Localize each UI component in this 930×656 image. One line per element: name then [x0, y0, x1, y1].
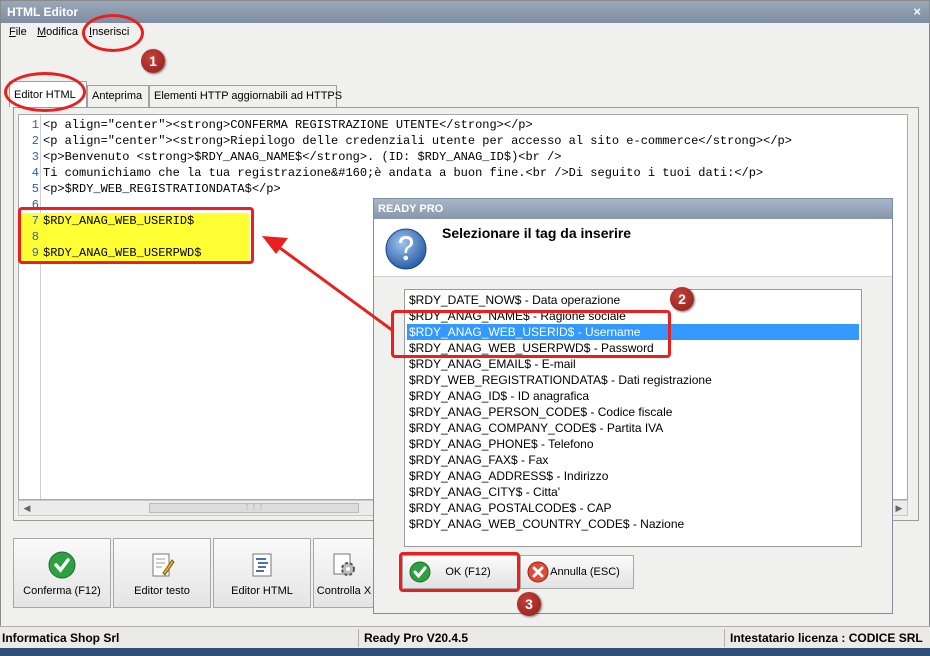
dialog-header: Selezionare il tag da inserire — [374, 219, 892, 277]
conferma-button[interactable]: Conferma (F12) — [13, 538, 111, 608]
menu-modifica[interactable]: Modifica — [37, 26, 78, 38]
editor-html-label: Editor HTML — [231, 585, 293, 597]
code-line: 2 <p align="center"><strong>Riepilogo del… — [31, 134, 792, 148]
dialog-title: READY PRO — [374, 199, 892, 219]
list-item[interactable]: $RDY_ANAG_WEB_COUNTRY_CODE$ - Nazione — [407, 516, 859, 532]
callout-ok-button — [399, 552, 520, 592]
status-company: Informatica Shop Srl — [2, 631, 120, 645]
tab-anteprima[interactable]: Anteprima — [87, 85, 149, 107]
annulla-label: Annulla (ESC) — [550, 566, 620, 578]
tab-elementi-http[interactable]: Elementi HTTP aggiornabili ad HTTPS — [149, 85, 342, 107]
callout-list-items — [391, 310, 671, 358]
close-icon[interactable]: × — [913, 1, 921, 23]
controlla-label: Controlla X — [316, 585, 372, 597]
list-item[interactable]: $RDY_WEB_REGISTRATIONDATA$ - Dati regist… — [407, 372, 859, 388]
gear-icon — [333, 553, 355, 576]
dialog-heading: Selezionare il tag da inserire — [442, 225, 632, 241]
list-item[interactable]: $RDY_DATE_NOW$ - Data operazione — [407, 292, 859, 308]
scroll-right-icon[interactable]: ▶ — [891, 501, 907, 515]
scrollbar-thumb[interactable]: ⋮⋮⋮ — [149, 503, 359, 513]
code-line: 3 <p>Benvenuto <strong>$RDY_ANAG_NAME$</s… — [31, 150, 562, 164]
step-badge-3: 3 — [517, 592, 541, 616]
list-item[interactable]: $RDY_ANAG_ID$ - ID anagrafica — [407, 388, 859, 404]
list-item[interactable]: $RDY_ANAG_COMPANY_CODE$ - Partita IVA — [407, 420, 859, 436]
code-line: 4 Ti comunichiamo che la tua registrazion… — [31, 166, 764, 180]
step-badge-2: 2 — [670, 287, 694, 311]
status-separator — [724, 629, 725, 647]
window-title: HTML Editor — [7, 5, 79, 19]
conferma-label: Conferma (F12) — [23, 585, 101, 597]
controlla-button[interactable]: Controlla X — [313, 538, 375, 608]
status-bar: Informatica Shop Srl Ready Pro V20.4.5 I… — [0, 626, 930, 648]
html-doc-icon — [252, 553, 272, 577]
status-license: Intestatario licenza : CODICE SRL — [730, 631, 923, 645]
menu-file[interactable]: File — [9, 26, 27, 38]
callout-editor-lines — [18, 207, 254, 264]
status-separator — [358, 629, 359, 647]
scroll-left-icon[interactable]: ◀ — [19, 501, 35, 515]
window-titlebar: HTML Editor × — [1, 1, 929, 23]
editor-html-button[interactable]: Editor HTML — [213, 538, 311, 608]
list-item[interactable]: $RDY_ANAG_ADDRESS$ - Indirizzo — [407, 468, 859, 484]
edit-icon — [152, 553, 175, 577]
list-item[interactable]: $RDY_ANAG_EMAIL$ - E-mail — [407, 356, 859, 372]
annulla-button[interactable]: Annulla (ESC) — [520, 555, 634, 589]
check-icon — [48, 551, 76, 579]
list-item[interactable]: $RDY_ANAG_PHONE$ - Telefono — [407, 436, 859, 452]
taskbar — [0, 648, 930, 656]
question-icon — [385, 228, 427, 270]
list-item[interactable]: $RDY_ANAG_CITY$ - Citta' — [407, 484, 859, 500]
status-version: Ready Pro V20.4.5 — [364, 631, 469, 645]
step-badge-1: 1 — [141, 49, 165, 73]
callout-menu-inserisci — [82, 14, 144, 52]
list-item[interactable]: $RDY_ANAG_FAX$ - Fax — [407, 452, 859, 468]
code-line: 5 <p>$RDY_WEB_REGISTRATIONDATA$</p> — [31, 182, 281, 196]
editor-testo-button[interactable]: Editor testo — [113, 538, 211, 608]
editor-testo-label: Editor testo — [134, 585, 190, 597]
code-line: 1 <p align="center"><strong>CONFERMA REGI… — [31, 118, 533, 132]
list-item[interactable]: $RDY_ANAG_POSTALCODE$ - CAP — [407, 500, 859, 516]
list-item[interactable]: $RDY_ANAG_PERSON_CODE$ - Codice fiscale — [407, 404, 859, 420]
callout-tab-editor — [4, 72, 86, 112]
